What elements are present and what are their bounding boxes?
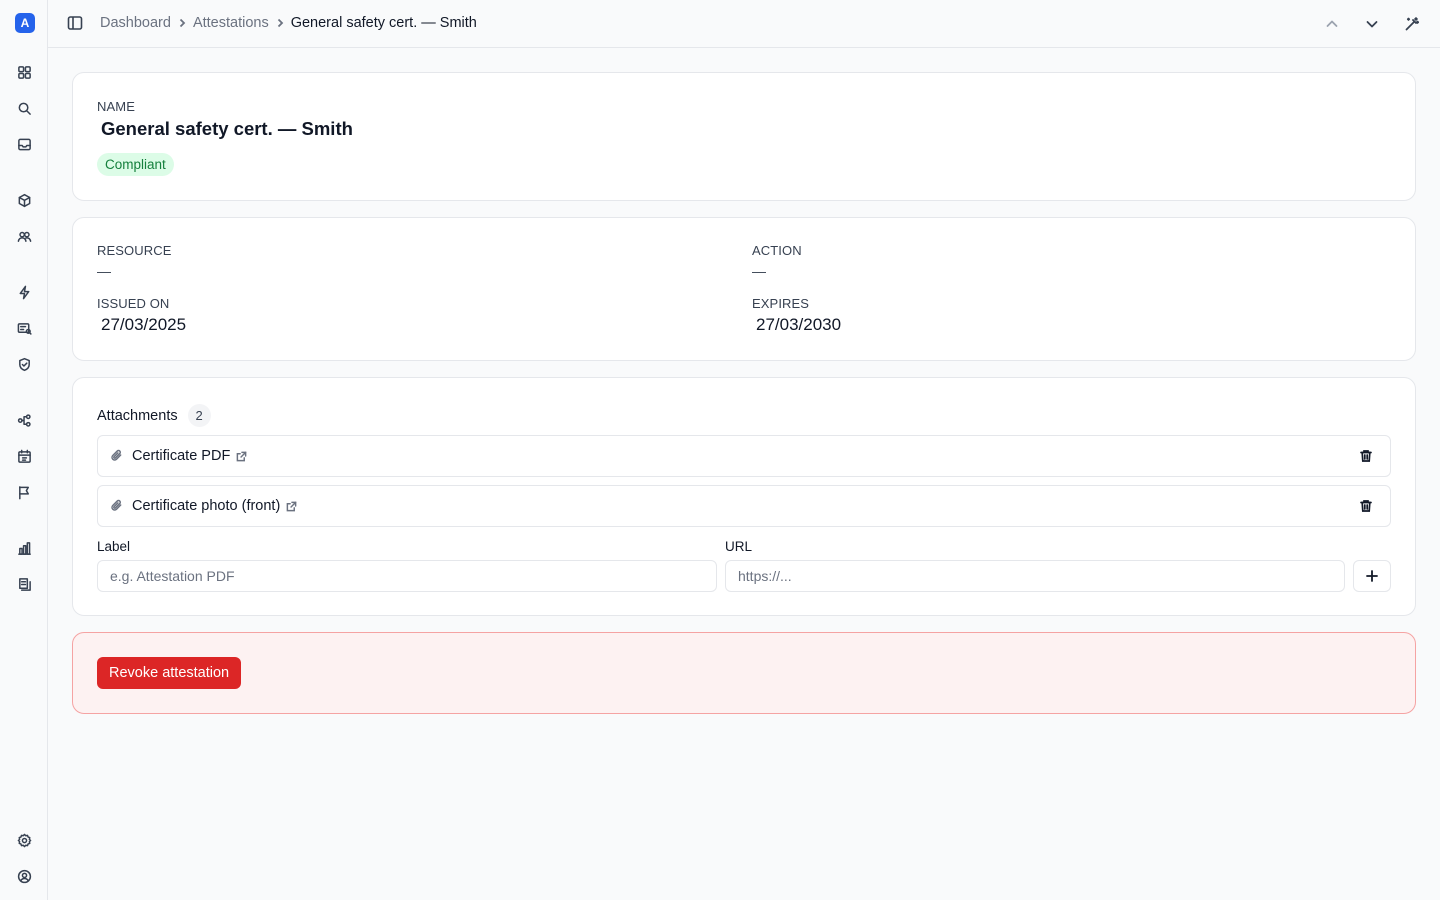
box-icon[interactable] [15, 191, 33, 209]
delete-attachment-button[interactable] [1358, 448, 1374, 464]
paperclip-icon [110, 449, 124, 463]
action-label: ACTION [752, 243, 802, 258]
resource-label: RESOURCE [97, 243, 172, 258]
ledger-icon[interactable] [15, 575, 33, 593]
attachment-link[interactable]: Certificate PDF [132, 448, 248, 464]
issued-on-value: 27/03/2025 [101, 315, 187, 334]
attachments-title: Attachments [97, 407, 178, 424]
app-logo[interactable]: A [15, 13, 35, 33]
sidebar: A [0, 0, 48, 900]
settings-icon[interactable] [15, 831, 33, 849]
details-card: RESOURCE — ACTION — ISSUED ON 27/03/2025… [72, 217, 1416, 361]
breadcrumb: Dashboard Attestations General safety ce… [100, 15, 477, 31]
resource-value: — [97, 263, 111, 279]
add-attachment-button[interactable] [1353, 560, 1391, 592]
external-link-icon [236, 450, 248, 462]
dashboard-icon[interactable] [15, 63, 33, 81]
id-card-icon[interactable] [15, 319, 33, 337]
inbox-icon[interactable] [15, 135, 33, 153]
attachment-label: Certificate PDF [132, 448, 231, 464]
trash-icon [1360, 500, 1372, 512]
name-label: NAME [97, 99, 135, 114]
name-card: NAME General safety cert. — Smith Compli… [72, 72, 1416, 201]
chevron-up-icon[interactable] [1322, 14, 1342, 34]
chevron-down-icon[interactable] [1362, 14, 1382, 34]
attestation-name: General safety cert. — Smith [101, 118, 353, 139]
status-badge: Compliant [97, 153, 174, 176]
users-icon[interactable] [15, 227, 33, 245]
chevron-right-icon [175, 16, 189, 30]
trash-icon [1360, 450, 1372, 462]
external-link-icon [286, 500, 298, 512]
flag-icon[interactable] [15, 483, 33, 501]
attachment-row: Certificate photo (front) [97, 485, 1391, 527]
attachment-row: Certificate PDF [97, 435, 1391, 477]
action-value: — [752, 263, 766, 279]
issued-on-label: ISSUED ON [97, 296, 170, 311]
expires-label: EXPIRES [752, 296, 810, 311]
attachment-url-input[interactable] [725, 560, 1345, 592]
chevron-right-icon [273, 16, 287, 30]
magic-wand-icon[interactable] [1402, 14, 1422, 34]
expires-value: 27/03/2030 [756, 315, 842, 334]
danger-zone-card: Revoke attestation [72, 632, 1416, 714]
topbar: Dashboard Attestations General safety ce… [48, 0, 1440, 48]
breadcrumb-dashboard[interactable]: Dashboard [100, 15, 171, 31]
attachment-link[interactable]: Certificate photo (front) [132, 498, 298, 514]
url-field-label: URL [725, 539, 753, 554]
breadcrumb-attestations[interactable]: Attestations [193, 15, 269, 31]
account-icon[interactable] [15, 867, 33, 885]
paperclip-icon [110, 499, 124, 513]
attachments-header: Attachments 2 [97, 404, 211, 427]
workflow-icon[interactable] [15, 411, 33, 429]
attachments-card: Attachments 2 Certificate PDF Certificat… [72, 377, 1416, 616]
lightning-icon[interactable] [15, 283, 33, 301]
attachment-label: Certificate photo (front) [132, 498, 281, 514]
attachment-label-input[interactable] [97, 560, 717, 592]
search-icon[interactable] [15, 99, 33, 117]
sidebar-toggle-icon[interactable] [67, 15, 85, 33]
label-field-label: Label [97, 539, 131, 554]
bar-chart-icon[interactable] [15, 539, 33, 557]
plus-icon [1366, 570, 1378, 582]
revoke-attestation-button[interactable]: Revoke attestation [97, 657, 242, 689]
breadcrumb-current: General safety cert. — Smith [290, 15, 477, 31]
calendar-icon[interactable] [15, 447, 33, 465]
shield-check-icon[interactable] [15, 355, 33, 373]
delete-attachment-button[interactable] [1358, 498, 1374, 514]
attachments-count-badge: 2 [187, 404, 211, 427]
